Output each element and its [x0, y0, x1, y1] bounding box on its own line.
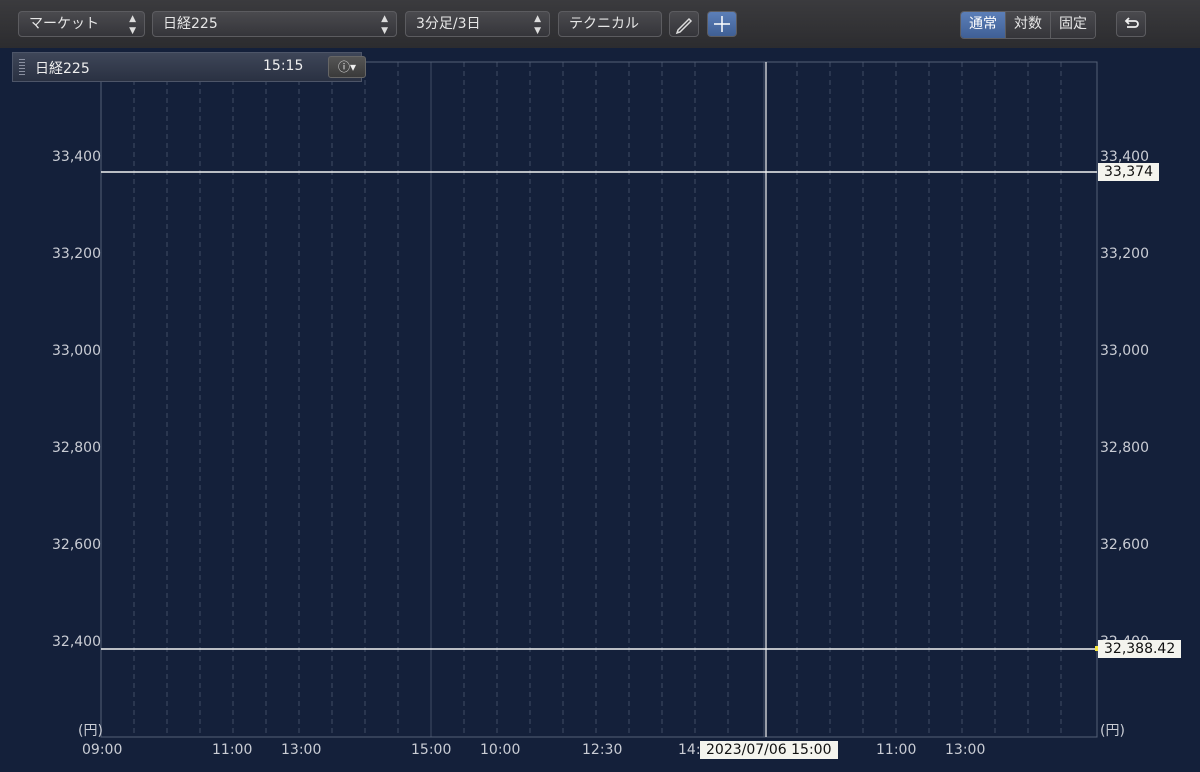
toolbar: マーケット ▲ ▼ 日経225 ▲ ▼ 3分足/3日 ▲ ▼ テクニカル 通常 対数 …	[0, 0, 1200, 49]
y-tick-right-33000: 33,000	[1100, 343, 1149, 359]
period-select-label: 3分足/3日	[416, 16, 481, 32]
pencil-icon	[675, 17, 693, 35]
select-arrows-icon: ▲ ▼	[129, 14, 136, 36]
x-tick-1300: 13:00	[281, 742, 322, 758]
y-tick-right-33200: 33,200	[1100, 246, 1149, 262]
y-tick-left-33400: 33,400	[52, 149, 101, 165]
x-tick-1500: 15:00	[411, 742, 452, 758]
symbol-select[interactable]: 日経225 ▲ ▼	[152, 11, 397, 37]
crosshair-icon	[714, 16, 730, 32]
return-arrow-icon	[1124, 17, 1139, 28]
plot-border	[100, 61, 1098, 738]
y-tick-left-32400: 32,400	[52, 634, 101, 650]
chart-area[interactable]	[0, 48, 1200, 772]
scale-mode-group: 通常 対数 固定	[960, 11, 1096, 39]
high-price-label: 33,374	[1098, 163, 1159, 181]
y-unit-left: (円)	[78, 723, 103, 739]
mode-fixed-button[interactable]: 固定	[1051, 12, 1095, 38]
y-tick-left-33000: 33,000	[52, 343, 101, 359]
x-tick-1000: 10:00	[480, 742, 521, 758]
info-symbol-name: 日経225	[35, 61, 90, 77]
info-menu-button[interactable]: ⓘ▾	[328, 56, 366, 78]
y-unit-right: (円)	[1100, 723, 1125, 739]
y-tick-right-32600: 32,600	[1100, 537, 1149, 553]
y-tick-right-32800: 32,800	[1100, 440, 1149, 456]
drag-handle[interactable]	[19, 59, 25, 75]
crosshair-button[interactable]	[707, 11, 737, 37]
select-arrows-icon: ▲ ▼	[381, 14, 388, 36]
x-tick-14: 14:	[678, 742, 701, 758]
technical-button-label: テクニカル	[569, 16, 639, 32]
x-tick-0900: 09:00	[82, 742, 123, 758]
info-icon: ⓘ▾	[337, 60, 357, 74]
technical-button[interactable]: テクニカル	[558, 11, 662, 37]
x-tick-1100: 11:00	[212, 742, 253, 758]
symbol-info-panel: 日経225 15:15 ⓘ▾	[12, 52, 366, 82]
period-select[interactable]: 3分足/3日 ▲ ▼	[405, 11, 550, 37]
cursor-time-label: 2023/07/06 15:00	[700, 741, 838, 759]
y-tick-left-32600: 32,600	[52, 537, 101, 553]
x-tick-1100-b: 11:00	[876, 742, 917, 758]
pencil-button[interactable]	[669, 11, 699, 37]
market-select-label: マーケット	[29, 16, 99, 32]
market-select[interactable]: マーケット ▲ ▼	[18, 11, 145, 37]
y-tick-left-32800: 32,800	[52, 440, 101, 456]
symbol-select-label: 日経225	[163, 16, 218, 32]
mode-log-button[interactable]: 対数	[1006, 12, 1051, 38]
mode-normal-button[interactable]: 通常	[961, 12, 1006, 38]
select-arrows-icon: ▲ ▼	[534, 14, 541, 36]
y-tick-left-33200: 33,200	[52, 246, 101, 262]
return-button[interactable]	[1116, 11, 1146, 37]
last-price-label: 32,388.42	[1098, 640, 1182, 658]
x-tick-1300-b: 13:00	[945, 742, 986, 758]
price-chart[interactable]	[0, 48, 1200, 772]
x-tick-1230: 12:30	[582, 742, 623, 758]
info-time: 15:15	[263, 58, 304, 74]
